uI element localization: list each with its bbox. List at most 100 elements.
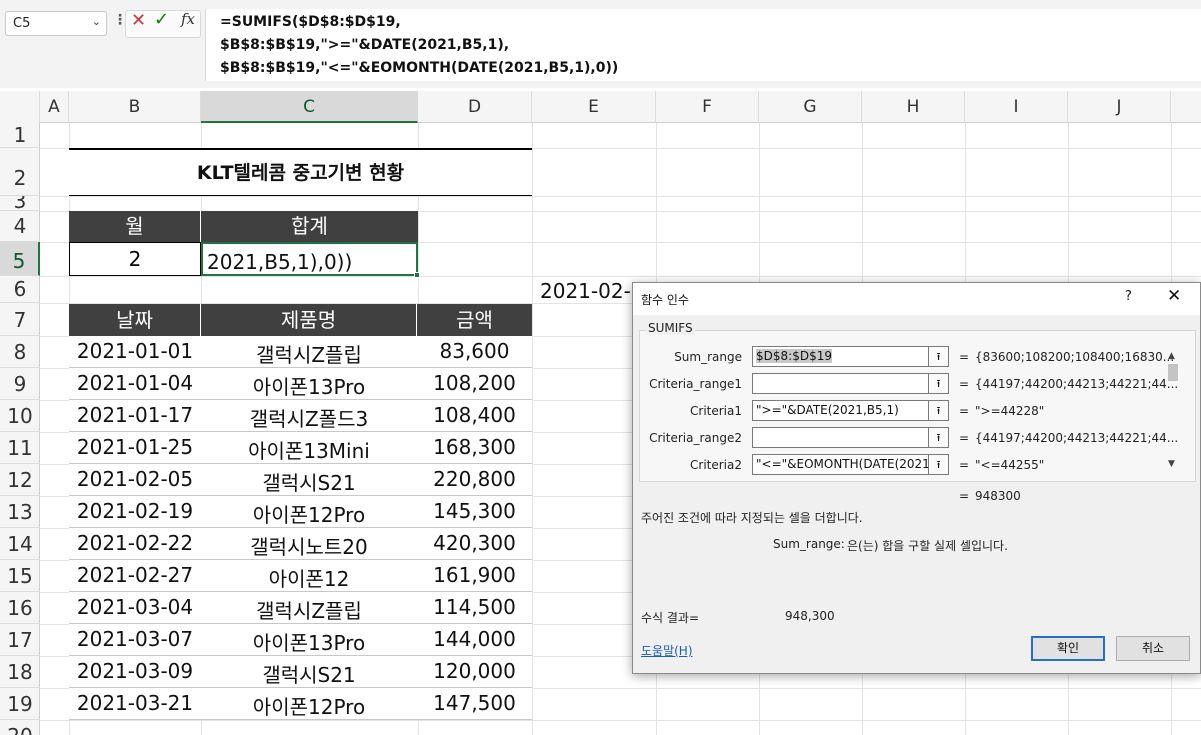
row-header[interactable]: 13: [0, 496, 40, 528]
scroll-up-icon[interactable]: ▲: [1168, 351, 1175, 361]
active-cell[interactable]: 2021,B5,1),0)): [201, 242, 418, 276]
row-header[interactable]: 3: [0, 196, 40, 211]
amount-cell[interactable]: 145,300: [417, 499, 532, 523]
date-cell[interactable]: 2021-01-25: [69, 435, 201, 459]
column-header[interactable]: E: [532, 91, 656, 123]
column-header[interactable]: A: [40, 91, 69, 123]
row-header[interactable]: 14: [0, 528, 40, 560]
cancel-edit-icon[interactable]: ✕: [131, 10, 146, 31]
date-cell[interactable]: 2021-01-01: [69, 339, 201, 363]
amount-cell[interactable]: 420,300: [417, 531, 532, 555]
arg-eq: =: [959, 458, 970, 472]
collapse-dialog-icon[interactable]: ⭱: [928, 427, 949, 448]
column-header[interactable]: H: [862, 91, 965, 123]
criteria2-input[interactable]: "<="&EOMONTH(DATE(2021,B ⭱: [752, 454, 949, 475]
product-cell[interactable]: 아이폰12Pro: [201, 499, 417, 528]
row-header[interactable]: 16: [0, 592, 40, 624]
product-cell[interactable]: 아이폰13Pro: [201, 371, 417, 400]
help-link[interactable]: 도움말(H): [641, 642, 693, 659]
arguments-scrollbar[interactable]: ▲ ▼: [1166, 351, 1180, 475]
row-header[interactable]: 7: [0, 303, 40, 336]
insert-function-icon[interactable]: fx: [181, 10, 195, 28]
column-header[interactable]: D: [418, 91, 532, 123]
product-cell[interactable]: 갤럭시Z폴드3: [201, 403, 417, 432]
collapse-dialog-icon[interactable]: ⭱: [928, 373, 949, 394]
criteria-range1-input[interactable]: ⭱: [752, 373, 949, 394]
amount-cell[interactable]: 120,000: [417, 659, 532, 683]
name-box[interactable]: C5 ⌄: [5, 11, 107, 36]
amount-cell[interactable]: 83,600: [417, 339, 532, 363]
row-header[interactable]: 4: [0, 211, 40, 242]
column-header[interactable]: G: [759, 91, 862, 123]
row-header[interactable]: 6: [0, 276, 40, 303]
row-header-selected[interactable]: 5: [0, 242, 40, 276]
product-cell[interactable]: 아이폰13Pro: [201, 627, 417, 656]
column-header-selected[interactable]: C: [201, 91, 418, 123]
row-header[interactable]: 12: [0, 464, 40, 496]
column-header[interactable]: J: [1068, 91, 1171, 123]
product-cell[interactable]: 갤럭시S21: [201, 659, 417, 688]
product-cell[interactable]: 갤럭시노트20: [201, 531, 417, 560]
date-cell[interactable]: 2021-03-04: [69, 595, 201, 619]
row-header[interactable]: 9: [0, 368, 40, 400]
product-cell[interactable]: 아이폰13Mini: [201, 435, 417, 464]
table-row: 2021-02-22 갤럭시노트20 420,300: [69, 528, 532, 560]
date-cell[interactable]: 2021-01-17: [69, 403, 201, 427]
row-header[interactable]: 20: [0, 720, 40, 735]
product-cell[interactable]: 아이폰12: [201, 563, 417, 592]
product-cell[interactable]: 갤럭시Z플립: [201, 339, 417, 368]
row-header[interactable]: 17: [0, 624, 40, 656]
amount-cell[interactable]: 161,900: [417, 563, 532, 587]
collapse-dialog-icon[interactable]: ⭱: [928, 454, 949, 475]
collapse-dialog-icon[interactable]: ⭱: [928, 400, 949, 421]
date-cell[interactable]: 2021-01-04: [69, 371, 201, 395]
row-header[interactable]: 10: [0, 400, 40, 432]
amount-cell[interactable]: 147,500: [417, 691, 532, 715]
month-input-cell[interactable]: 2: [69, 242, 201, 276]
product-cell[interactable]: 갤럭시Z플립: [201, 595, 417, 624]
formula-input[interactable]: =SUMIFS($D$8:$D$19, $B$8:$B$19,">="&DATE…: [205, 9, 1201, 81]
row-header[interactable]: 15: [0, 560, 40, 592]
date-cell[interactable]: 2021-02-22: [69, 531, 201, 555]
dialog-titlebar[interactable]: 함수 인수 ? ✕: [633, 283, 1200, 315]
formula-line: =SUMIFS($D$8:$D$19,: [220, 14, 401, 30]
product-cell[interactable]: 갤럭시S21: [201, 467, 417, 496]
date-cell[interactable]: 2021-02-05: [69, 467, 201, 491]
help-icon[interactable]: ?: [1125, 289, 1132, 304]
date-cell[interactable]: 2021-03-07: [69, 627, 201, 651]
formula-bar: C5 ⌄ ⋮ ✕ ✓ fx =SUMIFS($D$8:$D$19, $B$8:$…: [0, 0, 1201, 88]
column-header[interactable]: F: [656, 91, 759, 123]
amount-cell[interactable]: 114,500: [417, 595, 532, 619]
amount-cell[interactable]: 144,000: [417, 627, 532, 651]
scroll-down-icon[interactable]: ▼: [1168, 459, 1175, 469]
criteria-range2-input[interactable]: ⭱: [752, 427, 949, 448]
amount-cell[interactable]: 108,200: [417, 371, 532, 395]
confirm-edit-icon[interactable]: ✓: [154, 9, 169, 30]
row-header[interactable]: 8: [0, 336, 40, 368]
close-icon[interactable]: ✕: [1167, 286, 1181, 306]
criteria1-input[interactable]: ">="&DATE(2021,B5,1) ⭱: [752, 400, 949, 421]
sum-range-input[interactable]: $D$8:$D$19 ⭱: [752, 346, 949, 367]
select-all-corner[interactable]: [0, 91, 40, 123]
column-header[interactable]: I: [965, 91, 1068, 123]
date-cell[interactable]: 2021-03-09: [69, 659, 201, 683]
amount-cell[interactable]: 220,800: [417, 467, 532, 491]
ok-button[interactable]: 확인: [1031, 636, 1105, 661]
amount-cell[interactable]: 168,300: [417, 435, 532, 459]
cancel-button[interactable]: 취소: [1116, 636, 1190, 661]
collapse-dialog-icon[interactable]: ⭱: [928, 346, 949, 367]
row-header[interactable]: 2: [0, 148, 40, 196]
date-cell[interactable]: 2021-03-21: [69, 691, 201, 715]
scroll-thumb[interactable]: [1168, 364, 1178, 381]
product-cell[interactable]: 아이폰12Pro: [201, 691, 417, 720]
date-cell[interactable]: 2021-02-27: [69, 563, 201, 587]
chevron-down-icon[interactable]: ⌄: [92, 15, 101, 28]
row-header[interactable]: 1: [0, 123, 40, 148]
row-header[interactable]: 11: [0, 432, 40, 464]
row-header[interactable]: 18: [0, 656, 40, 688]
column-header[interactable]: B: [69, 91, 201, 123]
row-header[interactable]: 19: [0, 688, 40, 720]
date-cell[interactable]: 2021-02-19: [69, 499, 201, 523]
fill-handle[interactable]: [414, 272, 420, 278]
amount-cell[interactable]: 108,400: [417, 403, 532, 427]
